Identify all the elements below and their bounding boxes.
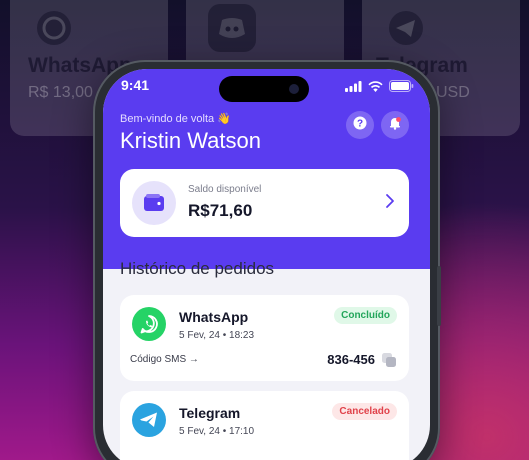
order-date: 5 Fev, 24 • 18:23 [179, 330, 255, 341]
status-time: 9:41 [121, 77, 150, 93]
background-card-subtitle: R$ 13,00 [28, 84, 93, 101]
app-screen: 9:41 Bem-vindo de volta 👋 Kristin Watson… [103, 69, 430, 460]
notifications-button[interactable] [381, 111, 409, 139]
order-card[interactable]: WhatsApp 5 Fev, 24 • 18:23 Concluído Cód… [120, 295, 409, 381]
discord-icon [208, 4, 256, 52]
chevron-right-icon [385, 193, 395, 214]
status-badge: Concluído [334, 307, 397, 324]
battery-icon [389, 79, 414, 97]
help-icon: ? [353, 116, 367, 135]
sms-code-link[interactable]: Código SMS → [130, 354, 199, 365]
whatsapp-icon [132, 307, 166, 341]
orders-section-title: Histórico de pedidos [120, 259, 275, 278]
signal-icon [345, 79, 362, 97]
dynamic-island [219, 76, 309, 102]
telegram-icon [382, 4, 430, 52]
welcome-text: Bem-vindo de volta 👋 [120, 113, 231, 125]
help-button[interactable]: ? [346, 111, 374, 139]
order-app-name: Telegram [179, 405, 241, 421]
phone-side-button [437, 266, 441, 326]
order-card[interactable]: Telegram 5 Fev, 24 • 17:10 Cancelado [120, 391, 409, 460]
balance-card[interactable]: Saldo disponível R$71,60 [120, 169, 409, 237]
sms-code-value: 836-456 [327, 352, 375, 367]
background-card-subtitle: USD [436, 84, 470, 101]
user-name: Kristin Watson [120, 128, 262, 153]
camera-icon [289, 84, 299, 94]
order-app-name: WhatsApp [179, 309, 249, 325]
order-date: 5 Fev, 24 • 17:10 [179, 426, 255, 437]
telegram-icon [132, 403, 166, 437]
copy-icon[interactable] [381, 352, 397, 373]
status-badge: Cancelado [332, 403, 397, 420]
status-bar: 9:41 [103, 76, 430, 102]
balance-label: Saldo disponível [188, 184, 262, 195]
whatsapp-icon [30, 4, 78, 52]
svg-text:?: ? [357, 118, 363, 129]
wallet-icon [132, 181, 176, 225]
balance-value: R$71,60 [188, 201, 253, 220]
wifi-icon [368, 79, 383, 97]
bell-icon [388, 116, 402, 135]
